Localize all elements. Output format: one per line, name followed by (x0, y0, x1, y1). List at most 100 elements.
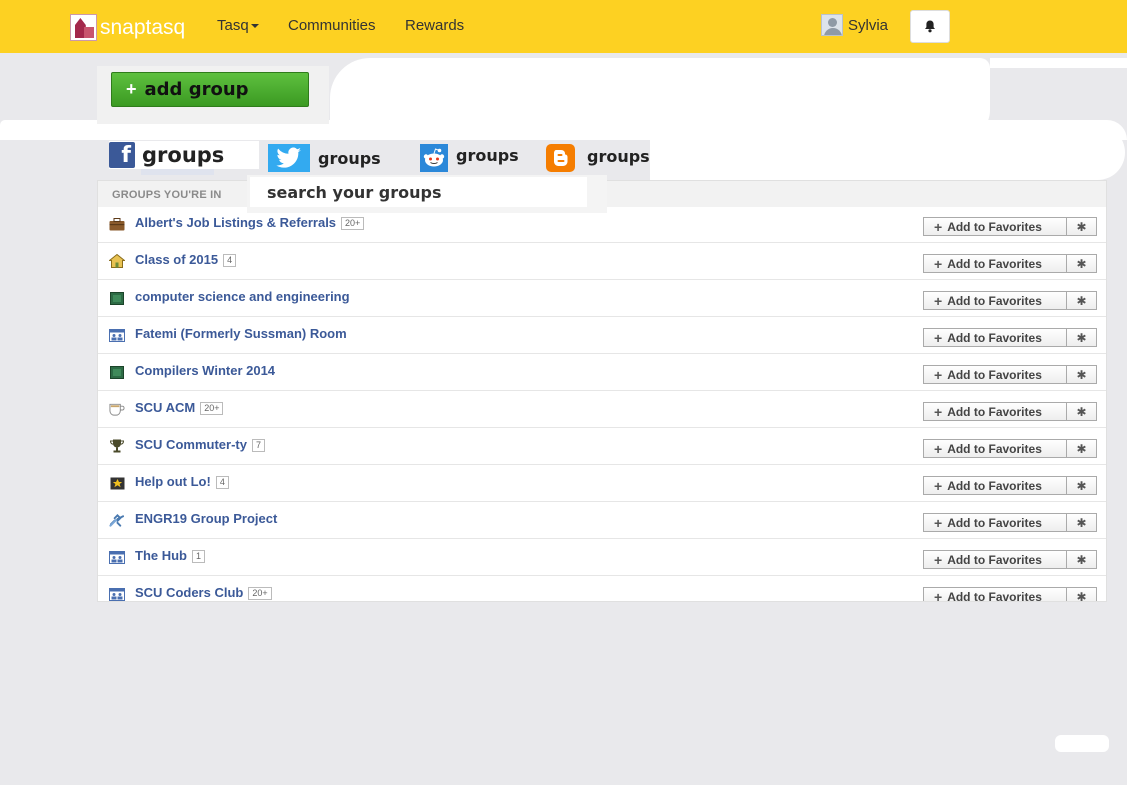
book-icon (109, 291, 125, 305)
nav-tasq-label: Tasq (217, 17, 249, 34)
gear-icon: ✱ (1076, 478, 1087, 493)
group-name-link[interactable]: Class of 2015 4 (135, 252, 237, 267)
member-count-badge: 20+ (248, 587, 272, 600)
source-label: groups (318, 148, 381, 168)
group-name-link[interactable]: Help out Lo! 4 (135, 474, 229, 489)
group-settings-button[interactable]: ✱ (1066, 365, 1097, 384)
panel-title: GROUPS YOU'RE IN (112, 189, 222, 201)
add-to-favorites-button[interactable]: + Add to Favorites (923, 439, 1067, 458)
plus-icon: + (934, 292, 943, 309)
group-name-link[interactable]: Albert's Job Listings & Referrals 20+ (135, 215, 365, 230)
add-to-favorites-button[interactable]: + Add to Favorites (923, 476, 1067, 495)
group-row: Class of 2015 4 + Add to Favorites ✱ (98, 243, 1106, 280)
group-name: The Hub (135, 548, 187, 563)
group-settings-button[interactable]: ✱ (1066, 476, 1097, 495)
group-name-link[interactable]: The Hub 1 (135, 548, 206, 563)
group-settings-button[interactable]: ✱ (1066, 254, 1097, 273)
plus-icon: + (934, 588, 943, 602)
add-to-favorites-button[interactable]: + Add to Favorites (923, 328, 1067, 347)
group-name: computer science and engineering (135, 289, 350, 304)
brand-link[interactable]: snaptasq (70, 14, 185, 41)
group-settings-button[interactable]: ✱ (1066, 402, 1097, 421)
group-name-link[interactable]: ENGR19 Group Project (135, 511, 277, 526)
blogger-icon (546, 144, 575, 172)
group-row: Help out Lo! 4 + Add to Favorites ✱ (98, 465, 1106, 502)
caret-down-icon (250, 24, 259, 29)
group-name-link[interactable]: computer science and engineering (135, 289, 350, 304)
group-row: Fatemi (Formerly Sussman) Room + Add to Fa… (98, 317, 1106, 354)
source-tab-facebook[interactable]: f groups (109, 141, 259, 169)
group-name-link[interactable]: Compilers Winter 2014 (135, 363, 275, 378)
add-to-favorites-label: Add to Favorites (947, 552, 1042, 567)
add-to-favorites-button[interactable]: + Add to Favorites (923, 550, 1067, 569)
group-settings-button[interactable]: ✱ (1066, 439, 1097, 458)
brand-name: snaptasq (100, 15, 186, 39)
plus-icon: + (934, 366, 943, 383)
member-count-badge: 1 (192, 550, 206, 563)
group-name: SCU ACM (135, 400, 196, 415)
add-to-favorites-label: Add to Favorites (947, 293, 1042, 308)
group-name-link[interactable]: SCU ACM 20+ (135, 400, 224, 415)
add-to-favorites-button[interactable]: + Add to Favorites (923, 365, 1067, 384)
add-to-favorites-label: Add to Favorites (947, 367, 1042, 382)
group-name-link[interactable]: SCU Coders Club 20+ (135, 585, 272, 600)
source-tab-reddit[interactable]: groups (420, 144, 519, 172)
member-count-badge: 4 (215, 476, 229, 489)
group-icon (109, 550, 125, 564)
group-row: computer science and engineering + Add to … (98, 280, 1106, 317)
group-row: Compilers Winter 2014 + Add to Favorites ✱ (98, 354, 1106, 391)
group-name: SCU Commuter-ty (135, 437, 247, 452)
add-to-favorites-label: Add to Favorites (947, 330, 1042, 345)
plus-icon: + (126, 79, 137, 99)
gear-icon: ✱ (1076, 330, 1087, 345)
add-to-favorites-button[interactable]: + Add to Favorites (923, 291, 1067, 310)
add-to-favorites-button[interactable]: + Add to Favorites (923, 217, 1067, 236)
plus-icon: + (934, 403, 943, 420)
gear-icon: ✱ (1076, 293, 1087, 308)
source-label: groups (587, 147, 650, 166)
group-settings-button[interactable]: ✱ (1066, 217, 1097, 236)
group-row: The Hub 1 + Add to Favorites ✱ (98, 539, 1106, 576)
bell-icon (925, 20, 935, 33)
add-to-favorites-label: Add to Favorites (947, 589, 1042, 602)
group-name: SCU Coders Club (135, 585, 244, 600)
nav-communities[interactable]: Communities (288, 17, 376, 34)
twitter-icon (268, 144, 310, 172)
facebook-icon: f (109, 142, 135, 168)
add-group-button[interactable]: + add group (111, 72, 309, 107)
source-tab-twitter[interactable]: groups (268, 144, 381, 172)
group-settings-button[interactable]: ✱ (1066, 291, 1097, 310)
add-to-favorites-button[interactable]: + Add to Favorites (923, 587, 1067, 602)
gear-icon: ✱ (1076, 589, 1087, 602)
group-name-link[interactable]: Fatemi (Formerly Sussman) Room (135, 326, 347, 341)
plus-icon: + (934, 440, 943, 457)
group-name: Class of 2015 (135, 252, 219, 267)
briefcase-icon (109, 217, 125, 231)
add-to-favorites-button[interactable]: + Add to Favorites (923, 402, 1067, 421)
link-icon (109, 513, 125, 527)
plus-icon: + (934, 218, 943, 235)
group-name: ENGR19 Group Project (135, 511, 278, 526)
add-to-favorites-button[interactable]: + Add to Favorites (923, 513, 1067, 532)
source-label: groups (456, 145, 519, 165)
add-to-favorites-label: Add to Favorites (947, 515, 1042, 530)
gear-icon: ✱ (1076, 552, 1087, 567)
group-settings-button[interactable]: ✱ (1066, 328, 1097, 347)
group-name-link[interactable]: SCU Commuter-ty 7 (135, 437, 265, 452)
source-tab-blogger[interactable]: groups (546, 144, 650, 172)
search-input[interactable] (250, 177, 587, 207)
group-settings-button[interactable]: ✱ (1066, 587, 1097, 602)
group-settings-button[interactable]: ✱ (1066, 513, 1097, 532)
gear-icon: ✱ (1076, 219, 1087, 234)
group-name: Help out Lo! (135, 474, 211, 489)
notifications-button[interactable] (910, 10, 950, 43)
user-menu[interactable]: Sylvia (821, 14, 888, 36)
add-to-favorites-label: Add to Favorites (947, 478, 1042, 493)
nav-rewards[interactable]: Rewards (405, 17, 464, 34)
plus-icon: + (934, 329, 943, 346)
nav-tasq-dropdown[interactable]: Tasq (217, 17, 259, 34)
add-to-favorites-button[interactable]: + Add to Favorites (923, 254, 1067, 273)
plus-icon: + (934, 551, 943, 568)
snaptasq-logo-icon (70, 14, 97, 41)
group-settings-button[interactable]: ✱ (1066, 550, 1097, 569)
